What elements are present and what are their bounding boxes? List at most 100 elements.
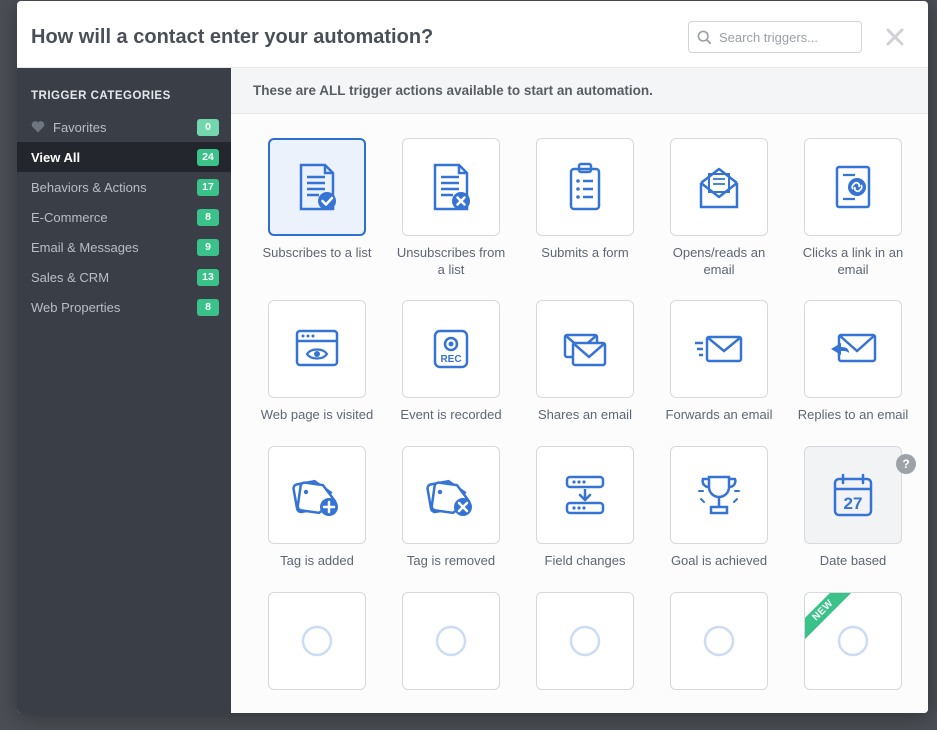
sidebar-item-label: View All bbox=[31, 150, 197, 165]
sidebar-item-count: 24 bbox=[197, 149, 219, 166]
trigger-label: Opens/reads an email bbox=[661, 245, 777, 278]
trigger-goal[interactable]: Goal is achieved bbox=[661, 446, 777, 570]
trigger-card: NEW bbox=[804, 592, 902, 690]
search-input[interactable] bbox=[688, 21, 862, 53]
trigger-subscribe[interactable]: Subscribes to a list bbox=[259, 138, 375, 278]
envelope-open-icon bbox=[691, 159, 747, 215]
sidebar-item-ecommerce[interactable]: E-Commerce8 bbox=[17, 202, 231, 232]
sidebar-item-label: Favorites bbox=[53, 120, 197, 135]
sidebar-item-label: Behaviors & Actions bbox=[31, 180, 197, 195]
sidebar-item-count: 9 bbox=[197, 239, 219, 256]
sidebar: TRIGGER CATEGORIES Favorites0View All24B… bbox=[17, 68, 231, 713]
trigger-tag-added[interactable]: Tag is added bbox=[259, 446, 375, 570]
trigger-card bbox=[402, 300, 500, 398]
trigger-p18[interactable] bbox=[527, 592, 643, 699]
trigger-card bbox=[402, 446, 500, 544]
trigger-label: Subscribes to a list bbox=[262, 245, 371, 262]
sidebar-item-email[interactable]: Email & Messages9 bbox=[17, 232, 231, 262]
search-wrap bbox=[688, 21, 862, 53]
trigger-submit-form[interactable]: Submits a form bbox=[527, 138, 643, 278]
clipboard-icon bbox=[557, 159, 613, 215]
trigger-label: Tag is removed bbox=[407, 553, 495, 570]
trigger-label: Clicks a link in an email bbox=[795, 245, 911, 278]
trigger-grid: Subscribes to a list Unsubscribes from a … bbox=[259, 138, 916, 699]
sidebar-item-favorites[interactable]: Favorites0 bbox=[17, 112, 231, 142]
trigger-event[interactable]: Event is recorded bbox=[393, 300, 509, 424]
search-icon bbox=[697, 30, 711, 44]
sidebar-item-label: Web Properties bbox=[31, 300, 197, 315]
tag-x-icon bbox=[423, 467, 479, 523]
trigger-p17[interactable] bbox=[393, 592, 509, 699]
blank-icon bbox=[423, 613, 479, 669]
sidebar-item-web[interactable]: Web Properties8 bbox=[17, 292, 231, 322]
blank-icon bbox=[557, 613, 613, 669]
trigger-label: Forwards an email bbox=[666, 407, 773, 424]
modal-title: How will a contact enter your automation… bbox=[31, 26, 674, 49]
trigger-card bbox=[268, 138, 366, 236]
envelope-forward-icon bbox=[691, 321, 747, 377]
trigger-card bbox=[670, 138, 768, 236]
trigger-scroll-area[interactable]: Subscribes to a list Unsubscribes from a … bbox=[231, 114, 928, 713]
content: These are ALL trigger actions available … bbox=[231, 68, 928, 713]
trigger-p19[interactable] bbox=[661, 592, 777, 699]
trigger-card bbox=[670, 592, 768, 690]
trigger-page-visit[interactable]: Web page is visited bbox=[259, 300, 375, 424]
trigger-card bbox=[804, 300, 902, 398]
trigger-open-email[interactable]: Opens/reads an email bbox=[661, 138, 777, 278]
trigger-card bbox=[536, 446, 634, 544]
trophy-icon bbox=[691, 467, 747, 523]
trigger-card bbox=[670, 446, 768, 544]
envelopes-icon bbox=[557, 321, 613, 377]
sidebar-item-count: 8 bbox=[197, 299, 219, 316]
modal-header: How will a contact enter your automation… bbox=[17, 1, 928, 67]
trigger-label: Shares an email bbox=[538, 407, 632, 424]
trigger-card bbox=[402, 592, 500, 690]
modal-body: TRIGGER CATEGORIES Favorites0View All24B… bbox=[17, 67, 928, 713]
trigger-label: Event is recorded bbox=[400, 407, 501, 424]
help-icon[interactable]: ? bbox=[896, 454, 916, 474]
trigger-card bbox=[804, 446, 902, 544]
trigger-card bbox=[536, 138, 634, 236]
sidebar-heading: TRIGGER CATEGORIES bbox=[17, 80, 231, 112]
sidebar-item-label: E-Commerce bbox=[31, 210, 197, 225]
browser-eye-icon bbox=[289, 321, 345, 377]
trigger-card bbox=[402, 138, 500, 236]
trigger-label: Submits a form bbox=[541, 245, 628, 262]
trigger-label: Tag is added bbox=[280, 553, 354, 570]
blank-icon bbox=[825, 613, 881, 669]
sidebar-item-label: Sales & CRM bbox=[31, 270, 197, 285]
trigger-card bbox=[536, 300, 634, 398]
blank-icon bbox=[289, 613, 345, 669]
trigger-p20[interactable]: NEW bbox=[795, 592, 911, 699]
trigger-tag-removed[interactable]: Tag is removed bbox=[393, 446, 509, 570]
document-x-icon bbox=[423, 159, 479, 215]
trigger-p16[interactable] bbox=[259, 592, 375, 699]
sidebar-item-view-all[interactable]: View All24 bbox=[17, 142, 231, 172]
trigger-label: Goal is achieved bbox=[671, 553, 767, 570]
sidebar-item-count: 13 bbox=[197, 269, 219, 286]
page-link-icon bbox=[825, 159, 881, 215]
calendar-27-icon bbox=[825, 467, 881, 523]
category-description: These are ALL trigger actions available … bbox=[231, 68, 928, 114]
trigger-card bbox=[268, 592, 366, 690]
trigger-card bbox=[268, 446, 366, 544]
trigger-unsubscribe[interactable]: Unsubscribes from a list bbox=[393, 138, 509, 278]
trigger-click-link[interactable]: Clicks a link in an email bbox=[795, 138, 911, 278]
sidebar-item-count: 0 bbox=[197, 119, 219, 136]
sidebar-item-behaviors[interactable]: Behaviors & Actions17 bbox=[17, 172, 231, 202]
close-icon[interactable] bbox=[886, 28, 904, 46]
trigger-date-based[interactable]: Date based bbox=[795, 446, 911, 570]
sidebar-item-sales[interactable]: Sales & CRM13 bbox=[17, 262, 231, 292]
sidebar-item-label: Email & Messages bbox=[31, 240, 197, 255]
trigger-picker-modal: How will a contact enter your automation… bbox=[17, 1, 928, 713]
record-icon bbox=[423, 321, 479, 377]
trigger-reply-email[interactable]: Replies to an email bbox=[795, 300, 911, 424]
tag-plus-icon bbox=[289, 467, 345, 523]
document-check-icon bbox=[289, 159, 345, 215]
trigger-card bbox=[804, 138, 902, 236]
trigger-label: Replies to an email bbox=[798, 407, 909, 424]
trigger-label: Field changes bbox=[545, 553, 626, 570]
trigger-field-change[interactable]: Field changes bbox=[527, 446, 643, 570]
trigger-share-email[interactable]: Shares an email bbox=[527, 300, 643, 424]
trigger-forward-email[interactable]: Forwards an email bbox=[661, 300, 777, 424]
